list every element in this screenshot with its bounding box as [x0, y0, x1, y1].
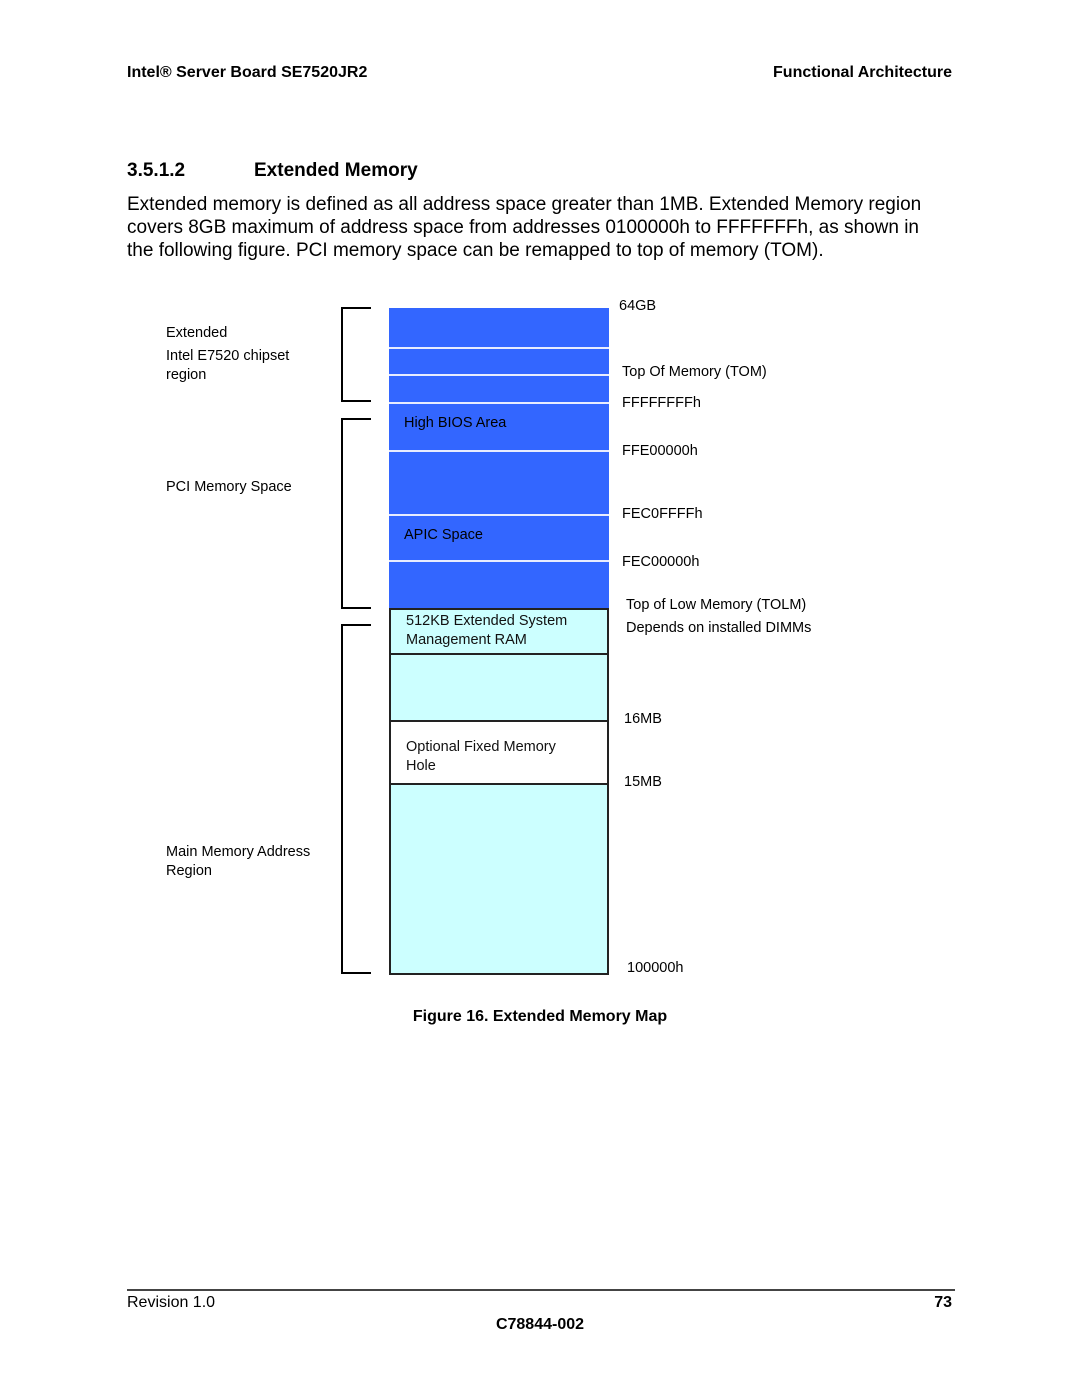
- block-divider: [389, 374, 609, 376]
- address-label: 16MB: [624, 711, 662, 727]
- address-label: FFFFFFFFh: [622, 395, 701, 411]
- address-label: Depends on installed DIMMs: [626, 620, 812, 636]
- block-divider: [389, 514, 609, 516]
- address-label: FEC0FFFFh: [622, 506, 703, 522]
- footer-doc-number: C78844-002: [495, 1316, 585, 1333]
- address-label: 100000h: [627, 960, 684, 976]
- block-label-memory-hole: Optional Fixed Memory: [406, 739, 556, 755]
- paragraph-line: covers 8GB maximum of address space from…: [127, 217, 919, 238]
- address-label: FFE00000h: [622, 443, 698, 459]
- running-header-title: Intel® Server Board SE7520JR2: [127, 64, 368, 81]
- block-divider: [389, 402, 609, 404]
- address-label: 64GB: [619, 298, 657, 314]
- bracket-extended-region: [341, 307, 371, 402]
- region-label-extended: Extended: [166, 325, 228, 341]
- footer-page-number: 73: [934, 1294, 952, 1311]
- address-label: FEC00000h: [622, 554, 700, 570]
- footer-rule: [127, 1289, 955, 1291]
- pci-memory-block: [389, 308, 609, 608]
- address-label: Top of Low Memory (TOLM): [626, 597, 807, 613]
- block-label-smram: 512KB Extended System: [406, 613, 568, 629]
- paragraph-line: Extended memory is defined as all addres…: [127, 194, 922, 215]
- section-number: 3.5.1.2: [127, 160, 186, 181]
- address-label: Top Of Memory (TOM): [622, 364, 767, 380]
- memory-hole-block: Optional Fixed Memory Hole: [389, 720, 609, 785]
- section-title: Extended Memory: [254, 160, 418, 181]
- figure-caption: Figure 16. Extended Memory Map: [412, 1008, 668, 1025]
- main-memory-lower-block: [389, 783, 609, 975]
- smram-block: 512KB Extended System Management RAM: [389, 608, 609, 655]
- block-label-smram: Management RAM: [406, 631, 527, 648]
- block-label-memory-hole: Hole: [406, 757, 436, 774]
- running-header-chapter: Functional Architecture: [773, 64, 952, 81]
- paragraph-line: the following figure. PCI memory space c…: [127, 240, 824, 261]
- block-divider: [389, 347, 609, 349]
- main-memory-upper-block: [389, 653, 609, 722]
- region-label-main-memory: Main Memory Address: [166, 844, 311, 860]
- body-paragraph: Extended memory is defined as all addres…: [127, 193, 957, 262]
- region-label-extended: region: [166, 367, 207, 383]
- address-label: 15MB: [624, 774, 662, 790]
- block-label-apic: APIC Space: [404, 527, 483, 543]
- bracket-main-memory-region: [341, 624, 371, 974]
- region-label-extended: Intel E7520 chipset: [166, 348, 290, 364]
- block-divider: [389, 560, 609, 562]
- region-label-pci: PCI Memory Space: [166, 479, 292, 495]
- footer-revision: Revision 1.0: [127, 1294, 216, 1311]
- block-label-high-bios: High BIOS Area: [404, 415, 507, 431]
- bracket-pci-region: [341, 418, 371, 609]
- region-label-main-memory: Region: [166, 863, 212, 879]
- block-divider: [389, 450, 609, 452]
